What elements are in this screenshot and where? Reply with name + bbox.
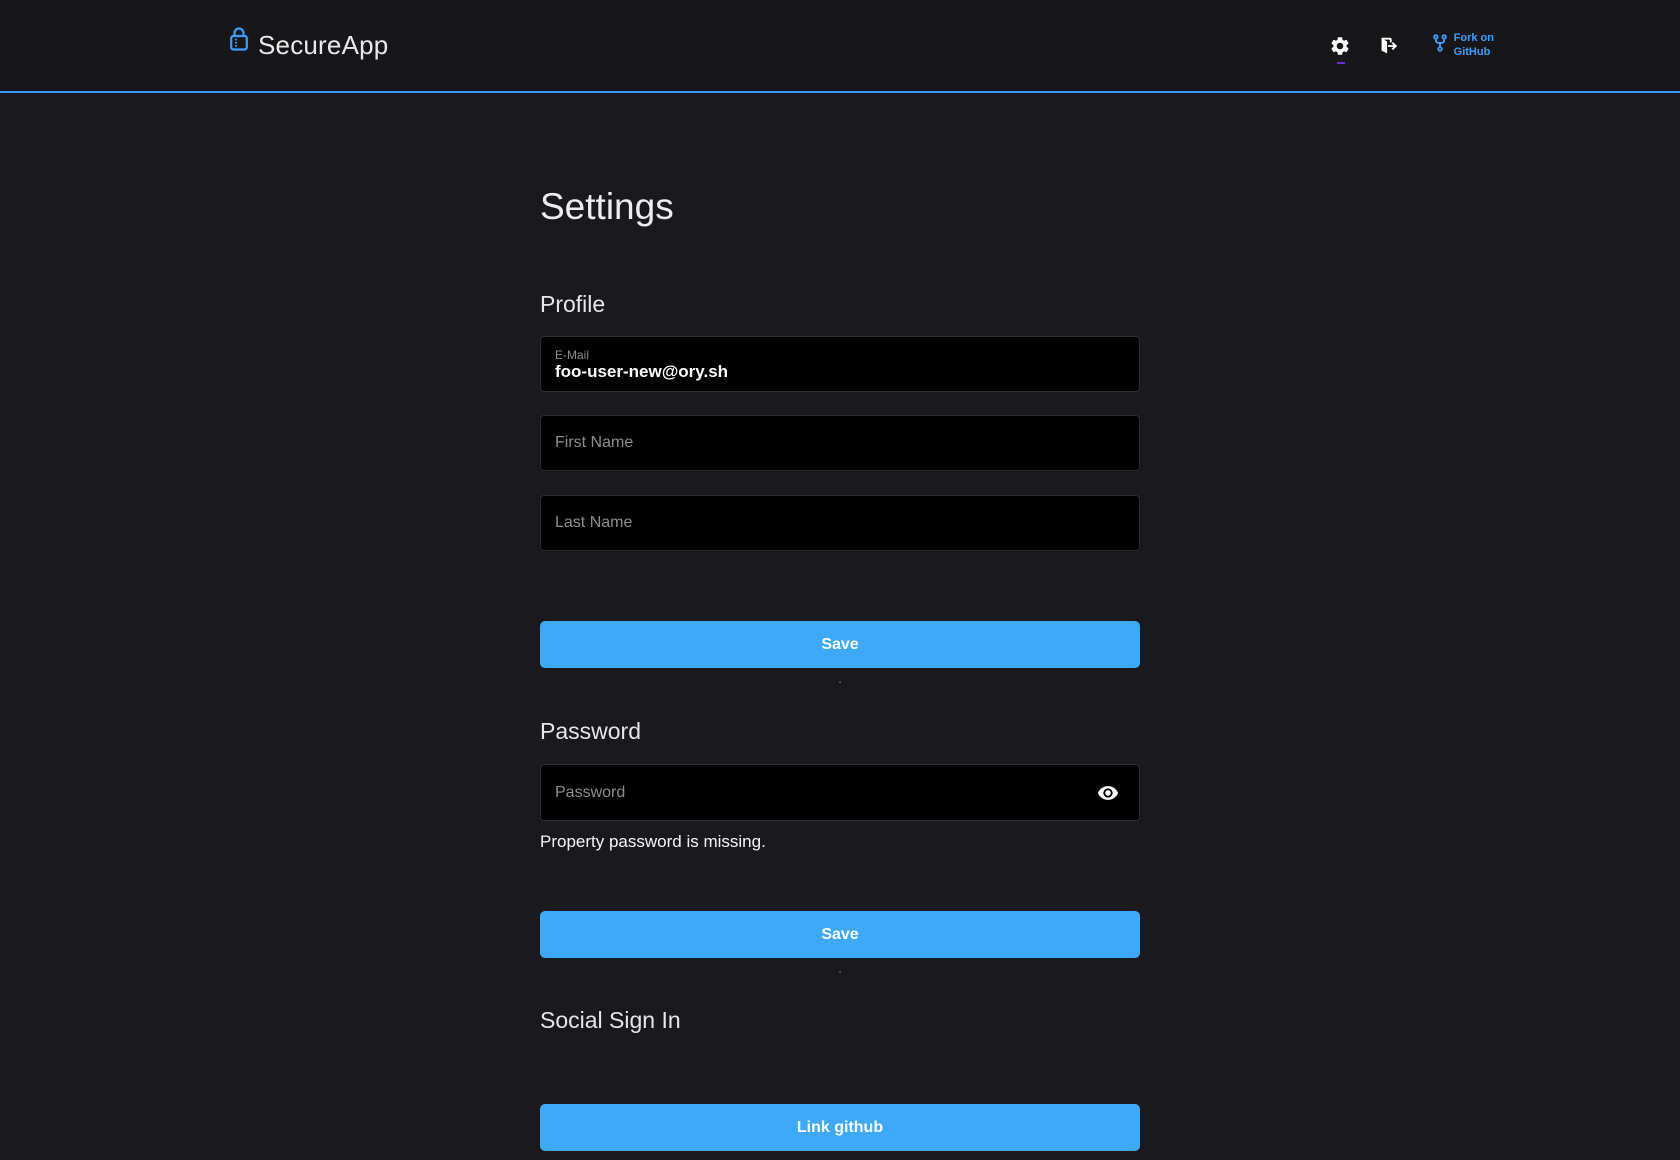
first-name-input[interactable] [555, 434, 1125, 452]
last-name-input[interactable] [555, 514, 1125, 532]
navbar-actions: Fork on GitHub [1327, 32, 1494, 58]
social-sign-in-section: Social Sign In Link github [540, 1006, 1140, 1151]
password-section: Password Property password is missing. S… [540, 717, 1140, 978]
profile-section: Profile E-Mail Save . [540, 290, 1140, 688]
settings-page: Settings Profile E-Mail Save . Password [540, 185, 1140, 1151]
page-title: Settings [540, 185, 1140, 229]
profile-dot: . [540, 670, 1140, 688]
settings-button[interactable] [1327, 33, 1353, 59]
email-input[interactable] [555, 362, 1125, 382]
app-logo[interactable]: SecureApp [228, 30, 388, 61]
lock-icon [228, 26, 250, 57]
logout-button[interactable] [1375, 33, 1401, 59]
fork-on-github-link[interactable]: Fork on GitHub [1431, 32, 1494, 58]
link-github-button[interactable]: Link github [540, 1104, 1140, 1151]
logout-icon [1377, 45, 1399, 60]
password-error-message: Property password is missing. [540, 831, 1140, 852]
eye-icon [1097, 792, 1119, 807]
git-fork-icon [1431, 33, 1449, 58]
navbar: SecureApp [0, 0, 1680, 93]
password-dot: . [540, 960, 1140, 978]
profile-heading: Profile [540, 290, 1140, 319]
app-title: SecureApp [258, 30, 388, 61]
gear-icon [1329, 45, 1351, 60]
purple-marker [1337, 62, 1345, 64]
last-name-field[interactable] [540, 495, 1140, 551]
password-field[interactable] [540, 764, 1140, 821]
toggle-password-visibility-button[interactable] [1093, 778, 1123, 808]
social-sign-in-heading: Social Sign In [540, 1006, 1140, 1035]
email-field[interactable]: E-Mail [540, 336, 1140, 392]
password-heading: Password [540, 717, 1140, 746]
fork-link-text: Fork on GitHub [1454, 32, 1494, 58]
profile-save-button[interactable]: Save [540, 621, 1140, 668]
email-label: E-Mail [555, 348, 1125, 362]
first-name-field[interactable] [540, 415, 1140, 471]
password-input[interactable] [555, 784, 1093, 802]
password-save-button[interactable]: Save [540, 911, 1140, 958]
